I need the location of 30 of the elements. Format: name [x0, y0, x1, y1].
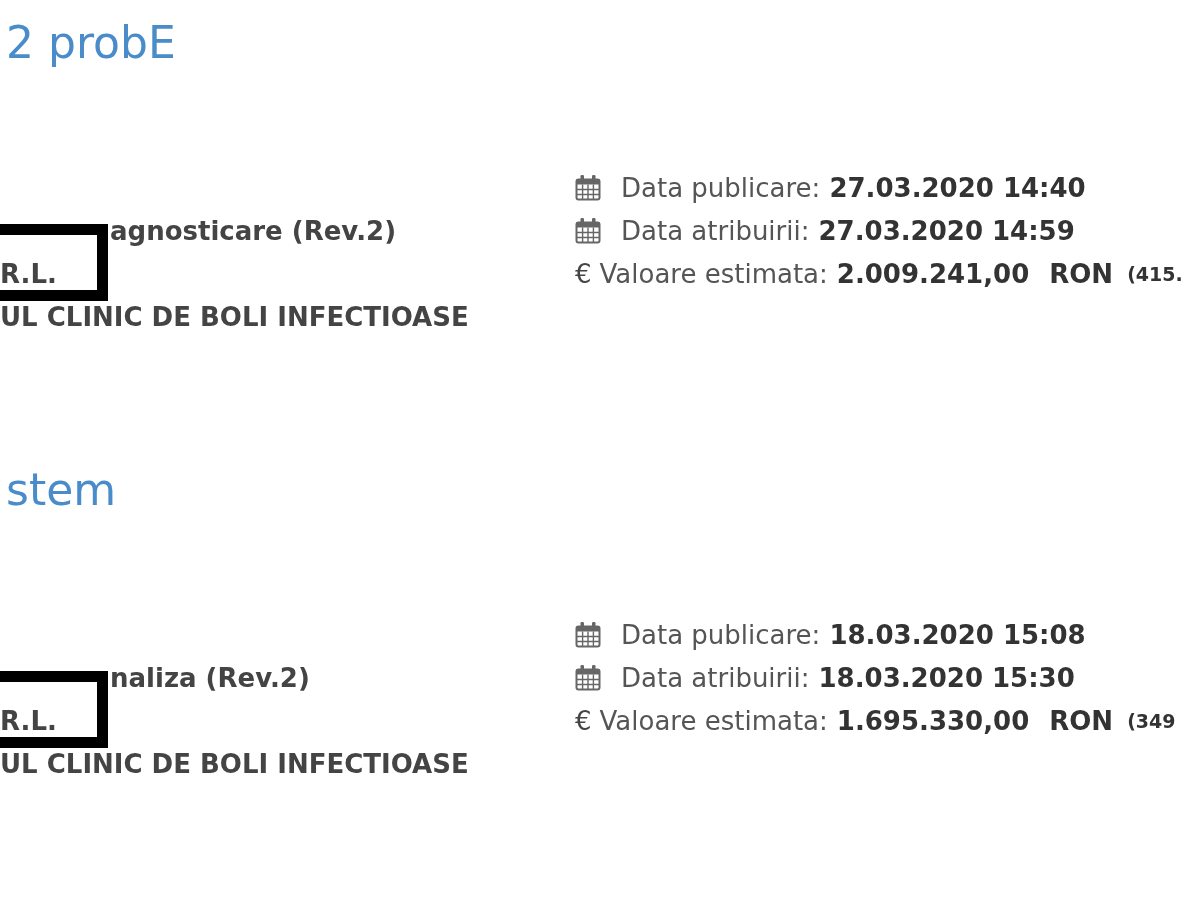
converted-value: (415. — [1127, 262, 1183, 285]
supplier-name: R.L. — [0, 258, 57, 289]
date-label: Data publicare: — [621, 619, 821, 650]
authority-name: UL CLINIC DE BOLI INFECTIOASE — [0, 748, 469, 779]
estimate-value: 2.009.241,00 — [836, 258, 1030, 289]
calendar-icon — [575, 621, 601, 648]
converted-value: (349 — [1127, 709, 1176, 732]
listing-title-link[interactable]: 2 probE — [6, 15, 176, 71]
listing-title-link[interactable]: stem — [6, 462, 117, 518]
authority-name: UL CLINIC DE BOLI INFECTIOASE — [0, 301, 469, 332]
date-value: 18.03.2020 15:30 — [818, 662, 1075, 693]
estimate-label: Valoare estimata: — [599, 258, 828, 289]
euro-sign: € — [575, 705, 592, 736]
currency-code: RON — [1049, 258, 1114, 289]
date-label: Data atribuirii: — [621, 662, 810, 693]
date-value: 27.03.2020 14:59 — [818, 215, 1075, 246]
date-label: Data atribuirii: — [621, 215, 810, 246]
calendar-icon — [575, 174, 601, 201]
estimate-label: Valoare estimata: — [599, 705, 828, 736]
currency-code: RON — [1049, 705, 1114, 736]
calendar-icon — [575, 217, 601, 244]
calendar-icon — [575, 664, 601, 691]
date-label: Data publicare: — [621, 172, 821, 203]
euro-sign: € — [575, 258, 592, 289]
estimate-value: 1.695.330,00 — [836, 705, 1030, 736]
supplier-name: R.L. — [0, 705, 57, 736]
lot-name: agnosticare (Rev.2) — [110, 215, 397, 246]
date-value: 27.03.2020 14:40 — [829, 172, 1086, 203]
date-value: 18.03.2020 15:08 — [829, 619, 1086, 650]
lot-name: naliza (Rev.2) — [110, 662, 310, 693]
